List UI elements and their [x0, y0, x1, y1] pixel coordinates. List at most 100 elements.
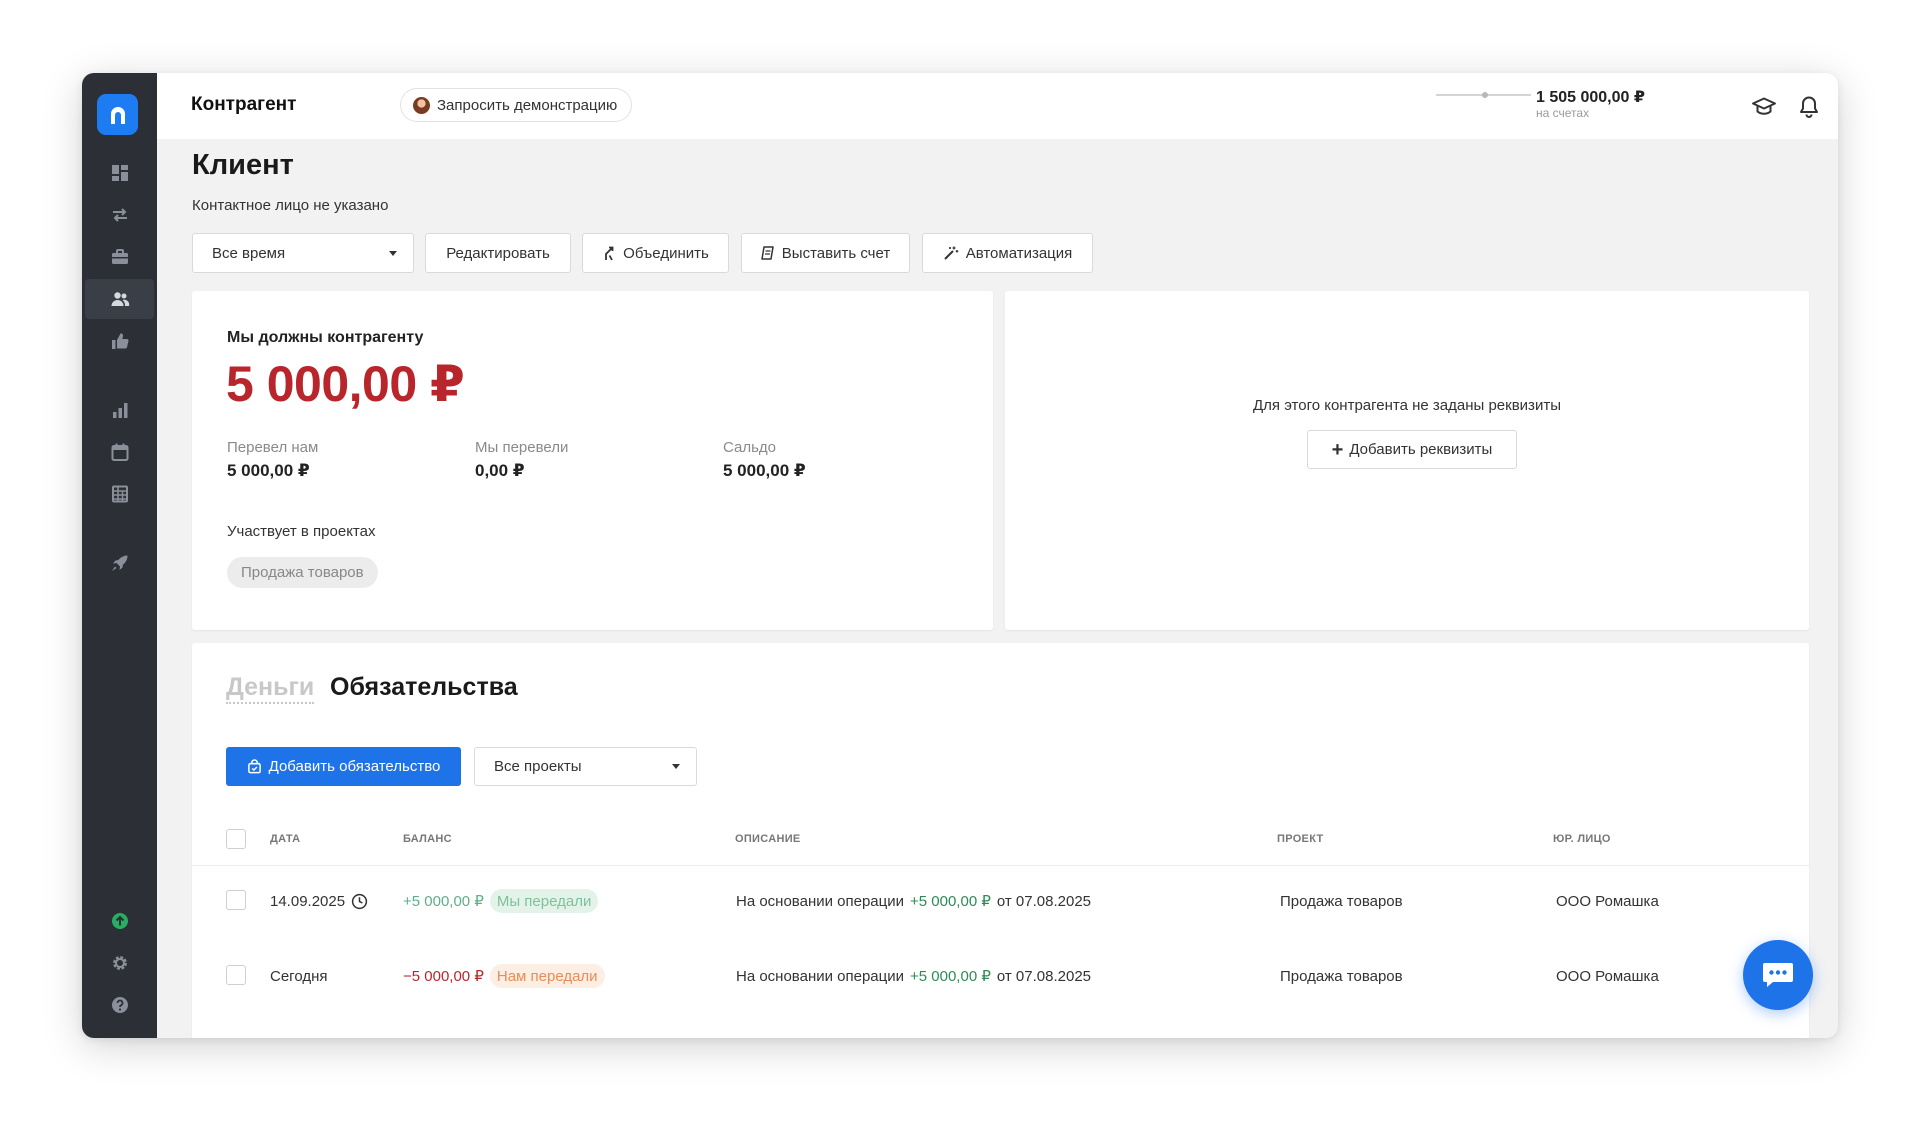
stat-label: Перевел нам	[227, 439, 319, 456]
top-bar: Контрагент Запросить демонстрацию 1 505 …	[157, 73, 1838, 139]
period-select-value: Все время	[212, 244, 286, 262]
row-checkbox[interactable]	[226, 965, 246, 985]
row-desc-suffix: от 07.08.2025	[996, 892, 1091, 910]
select-all-checkbox[interactable]	[226, 829, 246, 849]
column-header-description[interactable]: ОПИСАНИЕ	[735, 833, 801, 845]
row-description[interactable]: На основании операции +5 000,00 ₽ от 07.…	[736, 889, 1091, 913]
clock-icon	[351, 893, 368, 909]
add-requisites-label: Добавить реквизиты	[1349, 441, 1493, 458]
total-balance-caption: на счетах	[1536, 106, 1590, 120]
column-header-date[interactable]: ДАТА	[270, 833, 300, 845]
row-desc-amount[interactable]: +5 000,00 ₽	[910, 892, 991, 910]
logo-icon	[110, 106, 125, 124]
sidebar-item-tables[interactable]	[82, 474, 157, 514]
contacts-icon	[111, 292, 129, 306]
obligations-card: Деньги Обязательства Добавить обязательс…	[192, 643, 1809, 1038]
sidebar	[82, 73, 157, 1038]
stat-received: Перевел нам 5 000,00 ₽	[227, 439, 318, 481]
project-filter-select[interactable]: Все проекты	[474, 747, 697, 786]
row-balance: −5 000,00 ₽ Нам передали	[403, 964, 605, 988]
notifications-button[interactable]	[1796, 94, 1822, 120]
tab-money[interactable]: Деньги	[226, 672, 315, 704]
demo-avatar	[413, 96, 430, 114]
row-status-badge: Нам передали	[489, 964, 605, 988]
briefcase-icon	[111, 249, 128, 264]
sidebar-item-upgrade[interactable]	[82, 901, 157, 941]
row-balance-amount: +5 000,00 ₽	[403, 893, 484, 910]
chevron-down-icon	[672, 764, 680, 769]
row-entity[interactable]: ООО Ромашка	[1556, 964, 1659, 988]
automation-button-label: Автоматизация	[965, 244, 1073, 262]
sidebar-item-calendar[interactable]	[82, 432, 157, 472]
total-balance[interactable]: 1 505 000,00 ₽	[1536, 87, 1645, 107]
row-date[interactable]: 14.09.2025	[270, 889, 368, 913]
upload-circle-icon	[111, 913, 128, 929]
projects-label: Участвует в проектах	[227, 523, 376, 540]
shopping-bag-icon	[247, 759, 261, 774]
chevron-down-icon	[389, 250, 397, 256]
merge-icon	[605, 246, 614, 261]
stat-sent: Мы перевели 0,00 ₽	[475, 439, 568, 481]
sidebar-item-contacts[interactable]	[85, 279, 154, 319]
sidebar-item-deals[interactable]	[82, 321, 157, 361]
row-checkbox[interactable]	[226, 890, 246, 910]
sidebar-item-help[interactable]	[82, 985, 157, 1025]
balance-sparkline-dot	[1482, 92, 1488, 98]
plus-icon: +	[1331, 438, 1344, 461]
row-desc-amount[interactable]: +5 000,00 ₽	[910, 967, 991, 985]
row-balance: +5 000,00 ₽ Мы передали	[403, 889, 599, 913]
education-button[interactable]	[1751, 94, 1777, 120]
sidebar-item-start[interactable]	[82, 543, 157, 583]
automation-button[interactable]: Автоматизация	[922, 233, 1093, 273]
edit-button[interactable]: Редактировать	[425, 233, 571, 273]
balance-summary-card: Мы должны контрагенту 5 000,00 ₽ Перевел…	[192, 291, 993, 630]
app-logo[interactable]	[97, 94, 138, 135]
tab-obligations[interactable]: Обязательства	[330, 672, 518, 702]
invoice-button[interactable]: Выставить счет	[741, 233, 910, 273]
debt-amount: 5 000,00 ₽	[226, 356, 465, 412]
column-header-balance[interactable]: БАЛАНС	[403, 833, 452, 845]
project-filter-value: Все проекты	[494, 758, 582, 775]
bar-chart-icon	[112, 403, 127, 418]
support-chat-button[interactable]	[1743, 940, 1813, 1010]
row-project[interactable]: Продажа товаров	[1280, 964, 1403, 988]
sidebar-item-operations[interactable]	[82, 195, 157, 235]
chat-bubble-icon	[1763, 963, 1793, 987]
row-project[interactable]: Продажа товаров	[1280, 889, 1403, 913]
request-demo-label: Запросить демонстрацию	[437, 96, 618, 114]
stat-saldo: Сальдо 5 000,00 ₽	[723, 439, 806, 481]
row-desc-prefix: На основании операции	[736, 892, 905, 910]
magic-wand-icon	[943, 246, 958, 260]
stat-label: Мы перевели	[475, 439, 569, 456]
row-description[interactable]: На основании операции +5 000,00 ₽ от 07.…	[736, 964, 1091, 988]
rocket-icon	[111, 555, 127, 571]
contact-person-text: Контактное лицо не указано	[192, 197, 389, 214]
app-section-title: Контрагент	[191, 94, 297, 115]
add-requisites-button[interactable]: + Добавить реквизиты	[1307, 430, 1517, 469]
help-icon	[111, 997, 128, 1013]
row-balance-amount: −5 000,00 ₽	[403, 968, 484, 985]
transfer-icon	[112, 208, 127, 222]
column-header-project[interactable]: ПРОЕКТ	[1277, 833, 1324, 845]
debt-label: Мы должны контрагенту	[227, 329, 424, 346]
sidebar-item-settings[interactable]	[82, 943, 157, 983]
row-entity[interactable]: ООО Ромашка	[1556, 889, 1659, 913]
sidebar-item-projects[interactable]	[82, 237, 157, 277]
sidebar-item-dashboard[interactable]	[82, 153, 157, 193]
row-date[interactable]: Сегодня	[270, 964, 328, 988]
stat-value: 5 000,00 ₽	[723, 461, 806, 480]
period-select[interactable]: Все время	[192, 233, 414, 273]
add-obligation-button[interactable]: Добавить обязательство	[226, 747, 461, 786]
request-demo-button[interactable]: Запросить демонстрацию	[400, 88, 633, 122]
row-status-badge: Мы передали	[489, 889, 599, 913]
merge-button[interactable]: Объединить	[582, 233, 729, 273]
stat-value: 5 000,00 ₽	[227, 461, 310, 480]
table-icon	[111, 485, 128, 503]
stat-value: 0,00 ₽	[475, 461, 525, 480]
row-date-text: Сегодня	[270, 967, 328, 985]
project-chip[interactable]: Продажа товаров	[227, 557, 378, 588]
sidebar-item-reports[interactable]	[82, 390, 157, 430]
add-obligation-label: Добавить обязательство	[268, 758, 441, 775]
column-header-entity[interactable]: ЮР. ЛИЦО	[1553, 833, 1611, 845]
invoice-button-label: Выставить счет	[781, 244, 891, 262]
